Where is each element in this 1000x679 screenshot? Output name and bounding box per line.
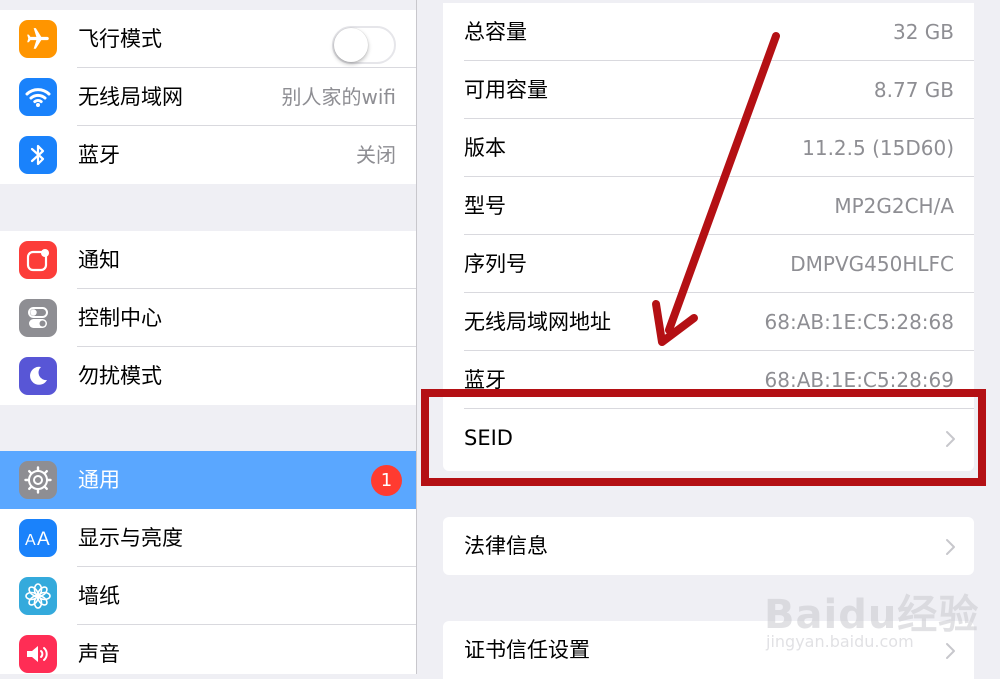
annotation-highlight-box [421, 389, 986, 486]
baidu-jingyan-watermark: Baidu经验 jingyan.baidu.com [758, 562, 990, 662]
watermark-url-text: jingyan.baidu.com [766, 632, 914, 651]
